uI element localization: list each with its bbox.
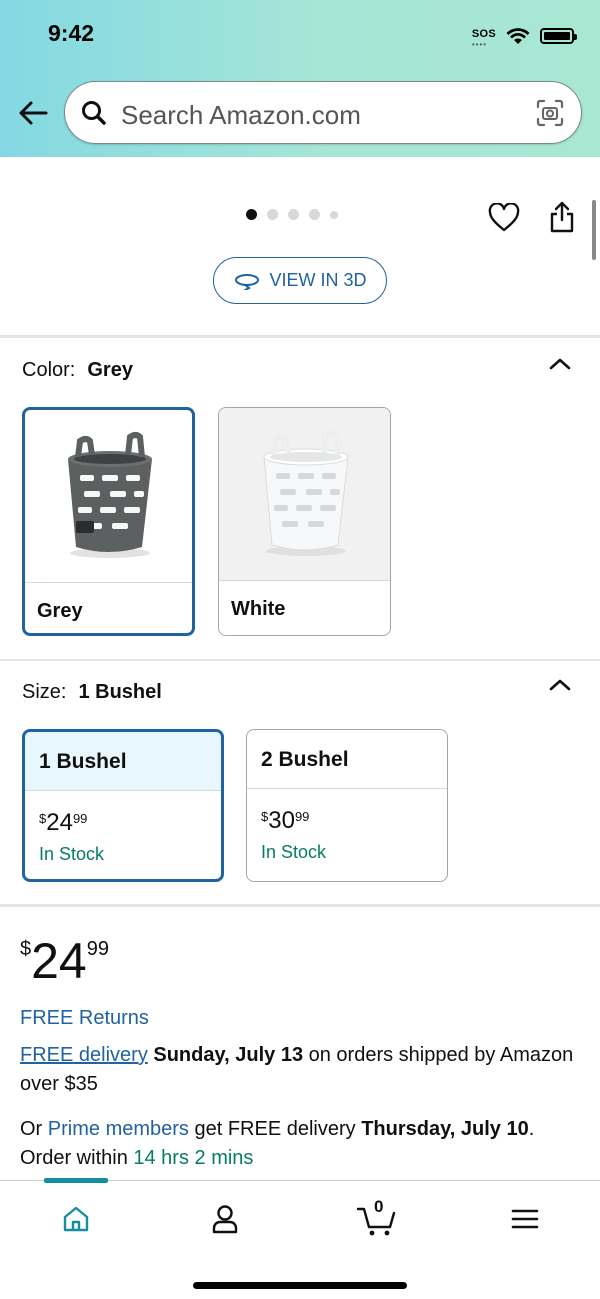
wifi-icon [506,28,530,44]
size-option-name: 2 Bushel [261,748,349,771]
color-option-white[interactable]: White [218,407,391,636]
size-option-1-bushel[interactable]: 1 Bushel $2499 In Stock [22,729,224,882]
battery-icon [540,28,577,44]
order-countdown: 14 hrs 2 mins [133,1147,254,1169]
prime-delivery-text: get FREE delivery [194,1118,356,1140]
signal-dots: •••• [471,40,488,49]
price-currency: $ [39,811,47,826]
swatch-divider [25,582,192,583]
carousel-dot[interactable] [330,210,338,219]
carousel-dot[interactable] [309,209,320,220]
status-bar-icons: SOS •••• [471,24,577,49]
search-input[interactable]: Search Amazon.com [121,100,361,131]
size-option-name: 1 Bushel [39,750,127,773]
carousel-dot[interactable] [267,209,278,220]
size-option-header: 2 Bushel [247,730,447,789]
delivery-info: FREE delivery Sunday, July 13 on orders … [20,1044,574,1169]
prime-delivery-date: Thursday, July 10 [361,1118,529,1140]
view-in-3d-button[interactable]: VIEW IN 3D [213,257,387,304]
grey-basket-image [25,410,192,582]
order-within-text: Order within [20,1147,128,1169]
view-in-3d-label: VIEW IN 3D [269,270,367,290]
sos-indicator: SOS •••• [471,24,496,49]
size-option-2-bushel[interactable]: 2 Bushel $3099 In Stock [246,729,448,882]
carousel-dot[interactable] [288,209,299,220]
prime-members-link[interactable]: Prime members [48,1118,189,1140]
section-divider [0,904,600,907]
free-returns-link[interactable]: FREE Returns [20,1007,149,1030]
color-selected-value: Grey [87,359,133,381]
person-icon [212,1205,238,1234]
size-option-price: $3099 [261,807,309,835]
color-option-label: Grey [37,600,83,622]
price-currency: $ [20,938,32,960]
size-label: Size: [22,681,67,703]
price-whole: 24 [31,933,87,989]
section-divider [0,335,600,338]
hamburger-menu-icon [511,1209,539,1229]
price-cents: 99 [86,938,109,960]
price-cents: 99 [72,811,88,826]
home-icon [63,1206,89,1232]
color-option-grey[interactable]: Grey [22,407,195,636]
price-whole: 24 [46,809,73,836]
price-currency: $ [261,809,269,824]
chevron-up-icon[interactable] [548,356,572,372]
back-arrow-icon[interactable] [16,96,50,130]
chevron-up-icon[interactable] [548,677,572,693]
white-basket-image [219,408,390,580]
section-divider [0,659,600,661]
size-section-label: Size: 1 Bushel [22,681,162,704]
rotate-3d-icon [235,273,260,290]
camera-scan-icon[interactable] [535,98,565,128]
search-icon [82,101,106,125]
status-time: 9:42 [48,20,95,46]
scrollbar[interactable] [592,200,596,260]
nav-menu[interactable] [505,1199,545,1239]
image-carousel-dots[interactable] [246,209,338,220]
size-option-price: $2499 [39,809,87,837]
prime-prefix: Or [20,1118,43,1140]
home-indicator [193,1282,407,1289]
stock-status: In Stock [39,844,105,864]
bottom-navigation: 0 [0,1178,600,1299]
color-label: Color: [22,359,76,381]
delivery-date: Sunday, July 13 [153,1044,304,1066]
color-option-label: White [231,598,286,620]
free-delivery-link[interactable]: FREE delivery [20,1044,148,1066]
price-whole: 30 [268,807,295,834]
size-selected-value: 1 Bushel [78,681,162,703]
heart-icon[interactable] [488,203,520,233]
nav-account[interactable] [205,1199,245,1239]
carousel-dot[interactable] [246,209,257,220]
cart-count-badge: 0 [374,1197,384,1216]
nav-home[interactable] [56,1199,96,1239]
share-icon[interactable] [548,200,576,234]
stock-status: In Stock [261,842,327,862]
nav-cart[interactable]: 0 [355,1197,399,1239]
header: 9:42 SOS •••• Search Amazon.com [0,0,600,157]
sos-label: SOS [471,28,496,40]
search-bar[interactable]: Search Amazon.com [64,81,582,144]
color-section-label: Color: Grey [22,359,133,382]
swatch-divider [219,580,390,581]
price-cents: 99 [294,809,310,824]
size-option-header: 1 Bushel [25,732,221,791]
product-price: $2499 [20,932,109,990]
active-tab-indicator [44,1178,108,1183]
